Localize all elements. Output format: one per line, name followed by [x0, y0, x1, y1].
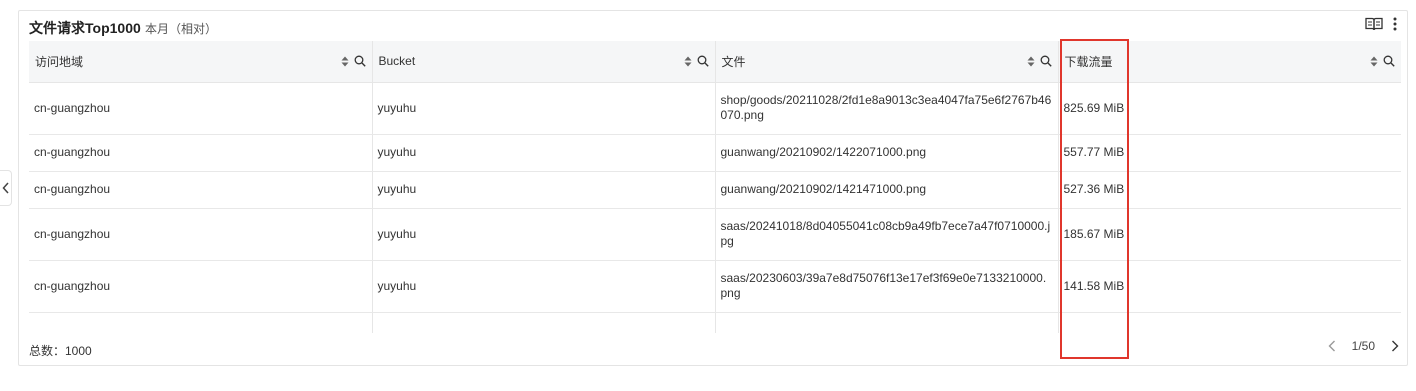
search-icon[interactable] — [697, 55, 709, 67]
cell-bucket: yuyuhu — [371, 82, 715, 135]
more-vertical-icon[interactable] — [1393, 17, 1397, 31]
cell-file: shop/goods/20211028/2fd1e8a9013c3ea4047f… — [714, 82, 1058, 135]
cell-region: cn-guangzhou — [29, 134, 372, 172]
table-row[interactable]: cn-guangzhou yuyuhu guanwang/20210902/14… — [29, 134, 1401, 172]
table-row[interactable]: cn-guangzhou yuyuhu shop/goods/20230530/… — [29, 312, 1401, 333]
table-row[interactable]: cn-guangzhou yuyuhu saas/20230603/39a7e8… — [29, 260, 1401, 313]
table-header-row: 访问地域 Bucket 文件 下载流量 — [29, 41, 1401, 83]
cell-file: guanwang/20210902/1422071000.png — [714, 134, 1058, 172]
cell-region: cn-guangzhou — [29, 208, 372, 261]
total-count: 总数：1000 — [29, 344, 92, 358]
sidebar-collapse-button[interactable] — [0, 170, 12, 206]
sort-icon[interactable] — [341, 56, 349, 67]
column-label: 下载流量 — [1064, 54, 1113, 69]
cell-region: cn-guangzhou — [29, 82, 372, 135]
table-scroll-area[interactable]: 访问地域 Bucket 文件 下载流量 cn-guangzhou yuyuhu … — [29, 41, 1401, 333]
panel-subtitle: 本月（相对） — [145, 22, 218, 36]
chevron-right-icon — [1392, 340, 1399, 352]
cell-download-traffic: 527.36 MiB — [1057, 171, 1401, 209]
prev-page-button[interactable] — [1328, 340, 1336, 352]
pagination: 1/50 — [1328, 339, 1399, 353]
cell-download-traffic: 557.77 MiB — [1057, 134, 1401, 172]
book-icon[interactable] — [1365, 17, 1383, 31]
column-label: 访问地域 — [35, 54, 84, 69]
cell-file: saas/20241018/8d04055041c08cb9a49fb7ece7… — [714, 208, 1058, 261]
table-footer: 总数：1000 1/50 — [19, 333, 1407, 365]
cell-bucket: yuyuhu — [371, 134, 715, 172]
page-indicator: 1/50 — [1351, 339, 1375, 353]
column-header-file: 文件 — [714, 41, 1058, 83]
next-page-button[interactable] — [1391, 340, 1399, 352]
chevron-left-icon — [1, 182, 9, 194]
column-label: 文件 — [721, 54, 746, 69]
table-row[interactable]: cn-guangzhou yuyuhu shop/goods/20211028/… — [29, 82, 1401, 135]
table-row[interactable]: cn-guangzhou yuyuhu guanwang/20210902/14… — [29, 171, 1401, 209]
cell-file: saas/20230603/39a7e8d75076f13e17ef3f69e0… — [714, 260, 1058, 313]
panel-header-tools — [1365, 17, 1397, 31]
file-request-top-panel: 文件请求Top1000 本月（相对） 访问地域 Bucket 文件 下载流量 c… — [18, 10, 1408, 366]
search-icon[interactable] — [354, 55, 366, 67]
data-table: 访问地域 Bucket 文件 下载流量 cn-guangzhou yuyuhu … — [29, 41, 1401, 333]
table-row[interactable]: cn-guangzhou yuyuhu saas/20241018/8d0405… — [29, 208, 1401, 261]
cell-download-traffic: 825.69 MiB — [1057, 82, 1401, 135]
cell-download-traffic: 141.58 MiB — [1057, 260, 1401, 313]
cell-bucket: yuyuhu — [371, 208, 715, 261]
panel-header: 文件请求Top1000 本月（相对） — [19, 11, 1407, 41]
sort-icon[interactable] — [1370, 56, 1378, 67]
column-header-bucket: Bucket — [371, 41, 715, 83]
chevron-left-icon — [1328, 340, 1335, 352]
cell-download-traffic: 185.67 MiB — [1057, 208, 1401, 261]
cell-file: shop/goods/20230530/4de4ed6eafb2a55cf72a… — [714, 312, 1058, 333]
cell-bucket: yuyuhu — [371, 171, 715, 209]
cell-file: guanwang/20210902/1421471000.png — [714, 171, 1058, 209]
sort-icon[interactable] — [1027, 56, 1035, 67]
column-header-download-traffic: 下载流量 — [1057, 41, 1401, 83]
cell-download-traffic: 1 — [1057, 312, 1401, 333]
cell-region: cn-guangzhou — [29, 312, 372, 333]
sort-icon[interactable] — [684, 56, 692, 67]
search-icon[interactable] — [1040, 55, 1052, 67]
search-icon[interactable] — [1383, 55, 1395, 67]
cell-bucket: yuyuhu — [371, 312, 715, 333]
column-header-region: 访问地域 — [29, 41, 372, 83]
column-label: Bucket — [378, 54, 416, 69]
cell-region: cn-guangzhou — [29, 260, 372, 313]
panel-title: 文件请求Top1000 — [29, 20, 141, 36]
cell-bucket: yuyuhu — [371, 260, 715, 313]
cell-region: cn-guangzhou — [29, 171, 372, 209]
